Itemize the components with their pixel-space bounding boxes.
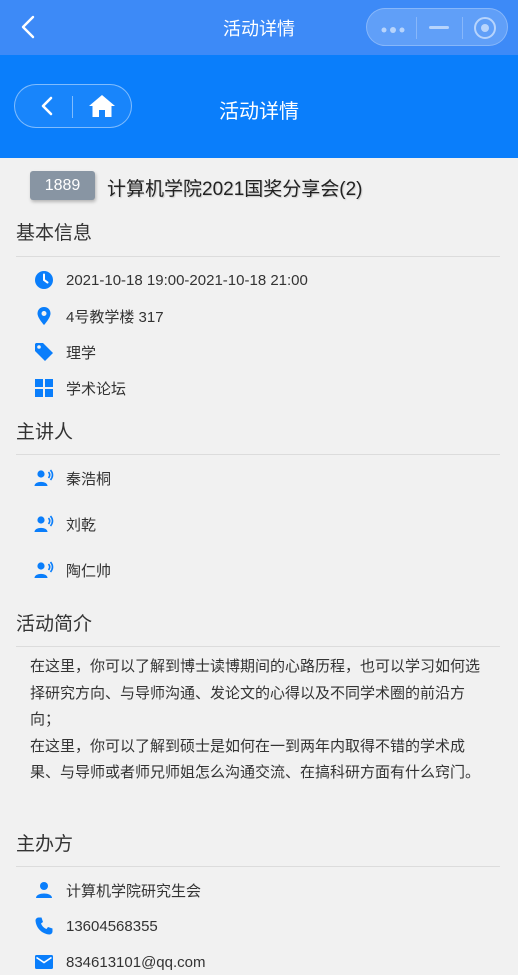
- event-category: 学术论坛: [66, 380, 127, 398]
- more-icon[interactable]: [381, 27, 405, 33]
- section-title-organizer: 主办方: [16, 834, 74, 855]
- page-header: 活动详情: [0, 55, 518, 158]
- organizer-phone-row: 13604568355: [34, 914, 158, 938]
- organizer-phone[interactable]: 13604568355: [66, 918, 158, 935]
- event-location: 4号教学楼 317: [66, 308, 164, 326]
- divider: [16, 866, 500, 867]
- tag-icon: [35, 343, 53, 361]
- speaker-name: 陶仁帅: [66, 562, 112, 580]
- event-tag-row: 理学: [34, 340, 96, 364]
- intro-paragraph: 在这里，你可以了解到硕士是如何在一到两年内取得不错的学术成果、与导师或者师兄师姐…: [30, 737, 481, 782]
- speaker-icon: [34, 515, 54, 532]
- event-introduction: 在这里，你可以了解到博士读博期间的心路历程，也可以学习如何选择研究方向、与导师沟…: [30, 654, 492, 787]
- location-pin-icon: [37, 307, 51, 325]
- person-icon: [36, 882, 52, 898]
- organizer-name: 计算机学院研究生会: [66, 882, 202, 900]
- event-id-badge: 1889: [30, 171, 95, 200]
- section-title-intro: 活动简介: [16, 614, 93, 635]
- speaker-item: 秦浩桐: [34, 466, 111, 490]
- intro-paragraph: 在这里，你可以了解到博士读博期间的心路历程，也可以学习如何选择研究方向、与导师沟…: [30, 658, 481, 728]
- speaker-item: 陶仁帅: [34, 558, 111, 582]
- divider: [16, 454, 500, 455]
- event-title: 计算机学院2021国奖分享会(2): [107, 179, 363, 200]
- organizer-name-row: 计算机学院研究生会: [34, 878, 201, 902]
- event-tag: 理学: [66, 344, 97, 362]
- speaker-name: 刘乾: [66, 516, 97, 534]
- capsule-divider: [416, 17, 417, 39]
- speaker-icon: [34, 469, 54, 486]
- section-title-basic: 基本信息: [16, 223, 93, 244]
- top-navigation-bar: 活动详情: [0, 0, 518, 55]
- clock-icon: [35, 271, 53, 289]
- capsule-menu: [366, 8, 508, 46]
- speaker-item: 刘乾: [34, 512, 96, 536]
- phone-icon: [35, 917, 53, 935]
- minimize-icon[interactable]: [429, 26, 449, 29]
- organizer-email[interactable]: 834613101@qq.com: [66, 954, 206, 971]
- record-icon[interactable]: [474, 17, 496, 39]
- organizer-email-row: 834613101@qq.com: [34, 950, 206, 974]
- event-location-row: 4号教学楼 317: [34, 304, 164, 328]
- mail-icon: [35, 955, 53, 969]
- event-category-row: 学术论坛: [34, 376, 126, 400]
- page-title: 活动详情: [219, 101, 299, 123]
- speaker-name: 秦浩桐: [66, 470, 112, 488]
- event-time-row: 2021-10-18 19:00-2021-10-18 21:00: [34, 268, 308, 292]
- capsule-divider: [462, 17, 463, 39]
- grid-icon: [35, 379, 53, 397]
- speaker-icon: [34, 561, 54, 578]
- section-title-speakers: 主讲人: [16, 422, 74, 443]
- event-time: 2021-10-18 19:00-2021-10-18 21:00: [66, 271, 308, 289]
- divider: [16, 646, 500, 647]
- divider: [16, 256, 500, 257]
